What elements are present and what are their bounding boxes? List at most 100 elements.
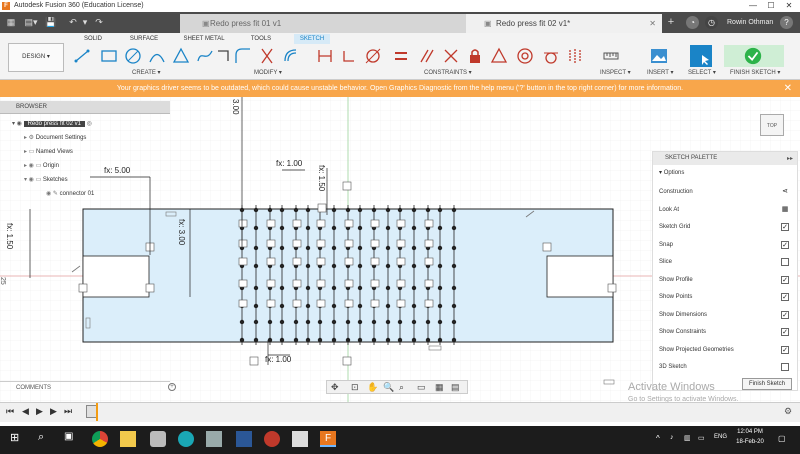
circle-icon[interactable] [124,47,142,65]
tab-doc-2[interactable]: ▣ Redo press fit 02 v1* ✕ [466,14,662,33]
sketch-dimension-icon[interactable] [316,47,334,65]
grid-settings-icon[interactable]: ▦ [435,382,444,393]
palette-checkbox[interactable]: ✓ [781,328,789,336]
display-settings-icon[interactable]: ▭ [417,382,426,393]
dimension-bottom-spacing[interactable]: fx: 1.00 [265,355,291,364]
add-comment-icon[interactable]: + [168,383,176,391]
help-icon[interactable]: ? [780,16,793,29]
palette-row[interactable]: 3D Sketch [659,361,791,373]
palette-checkbox[interactable] [781,258,789,266]
tab-sheet-metal[interactable]: SHEET METAL [182,34,226,44]
palette-row[interactable]: Show Profile ✓ [659,274,791,286]
workspace-switcher[interactable]: DESIGN ▾ [8,43,64,72]
select-icon[interactable] [690,45,712,67]
trim-icon[interactable] [258,47,276,65]
file-menu-icon[interactable]: ▤▾ [22,16,40,29]
last-step-icon[interactable]: ⏭ [64,406,72,417]
start-icon[interactable]: ⊞ [10,431,26,447]
constraints-menu[interactable]: CONSTRAINTS ▾ [424,69,472,78]
zoom-icon[interactable]: 🔍 [383,382,394,393]
app-red-icon[interactable] [264,431,280,447]
job-status-icon[interactable]: ◔ [686,16,699,29]
browser-root[interactable]: ▾ ◉ Redo press fit 02 v1 ◎ [12,119,92,130]
look-at-icon[interactable]: ⊡ [351,382,359,393]
language-indicator[interactable]: ENG [714,434,727,440]
polygon-icon[interactable] [172,47,190,65]
insert-image-icon[interactable] [650,47,668,65]
palette-checkbox[interactable]: ✓ [781,275,789,284]
undo-dropdown-icon[interactable]: ▾ [80,16,90,29]
maximize-icon[interactable]: ☐ [762,0,780,12]
browser-item-document-settings[interactable]: ▸ ⚙ Document Settings [24,133,86,144]
pan-icon[interactable]: ✋ [367,382,378,393]
construction-icon[interactable]: ⋖ [781,188,789,196]
palette-row[interactable]: Slice [659,256,791,268]
task-view-icon[interactable]: ▣ [64,431,80,447]
palette-row[interactable]: Show Projected Geometries ✓ [659,344,791,356]
action-center-icon[interactable]: ▢ [778,434,786,443]
dimension-slot-depth[interactable]: fx: 1.50 [317,165,326,191]
viewports-icon[interactable]: ▤ [451,382,460,393]
look-at-icon[interactable]: ▦ [781,205,789,214]
palette-row[interactable]: Look At ▦ [659,204,791,216]
previous-step-icon[interactable]: ◀ [22,406,29,417]
dimension-left-height[interactable]: fx: 1.50 [5,223,14,249]
browser-item-origin[interactable]: ▸ ◉ ▭ Origin [24,161,59,172]
file-explorer-icon[interactable] [120,431,136,447]
finish-sketch-menu[interactable]: FINISH SKETCH ▾ [730,69,780,78]
dimension-slot-height[interactable]: fx: 3.00 [177,219,186,245]
minimize-icon[interactable]: — [744,0,762,12]
palette-row[interactable]: Show Points ✓ [659,291,791,303]
tab-solid[interactable]: SOLID [82,34,104,44]
network-icon[interactable]: ▥ [684,434,691,442]
close-window-icon[interactable]: ✕ [780,0,798,12]
redo-icon[interactable]: ↷ [92,16,106,29]
perpendicular-icon[interactable] [442,47,460,65]
tray-arrow-icon[interactable]: ^ [656,434,660,443]
palette-row[interactable]: Show Dimensions ✓ [659,309,791,321]
palette-row[interactable]: Construction ⋖ [659,186,791,198]
orbit-icon[interactable]: ✥ [331,382,339,393]
timeline-settings-icon[interactable]: ⚙ [784,406,792,417]
palette-row[interactable]: Snap ✓ [659,239,791,251]
concentric-icon[interactable] [516,47,534,65]
palette-row[interactable]: Sketch Grid ✓ [659,221,791,233]
offset-icon[interactable] [282,47,300,65]
volume-icon[interactable]: ♪ [670,434,674,441]
palette-checkbox[interactable]: ✓ [781,345,789,354]
clock-date[interactable]: 18-Feb-20 [732,439,768,445]
palette-checkbox[interactable] [781,363,789,371]
browser-item-connector[interactable]: ◉ ✎ connector 01 [46,189,94,200]
save-icon[interactable]: 💾 [44,16,58,29]
tangent-icon[interactable] [542,47,560,65]
spline-icon[interactable] [196,47,214,65]
tab-surface[interactable]: SURFACE [128,34,160,44]
paint-icon[interactable] [150,431,166,447]
palette-expand-icon[interactable]: ▸▸ [787,155,793,162]
app-u-icon[interactable] [178,431,194,447]
tab-doc-1[interactable]: ▣ Redo press fit 01 v1 [180,14,466,33]
modify-menu[interactable]: MODIFY ▾ [254,69,282,78]
palette-options-section[interactable]: ▾ Options [653,169,684,176]
dimension-top[interactable]: 3.00 [231,99,240,115]
parallel-icon[interactable] [418,47,436,65]
notifications-icon[interactable]: ◷ [705,16,718,29]
palette-finish-sketch-button[interactable]: Finish Sketch [742,378,792,390]
palette-checkbox[interactable]: ✓ [781,240,789,249]
clock-time[interactable]: 12:04 PM [736,429,764,435]
palette-checkbox[interactable]: ✓ [781,293,789,301]
tab-tools[interactable]: TOOLS [248,34,274,44]
viewcube[interactable]: TOP [760,114,784,136]
dimension-axis[interactable]: 25 [0,277,6,285]
midpoint-icon[interactable] [490,47,508,65]
play-icon[interactable]: ▶ [36,406,43,417]
undo-icon[interactable]: ↶ [66,16,80,29]
arc-icon[interactable] [148,47,166,65]
next-step-icon[interactable]: ▶ [50,406,57,417]
data-panel-icon[interactable]: ▦ [4,16,18,29]
equal-icon[interactable] [392,47,410,65]
close-warning-icon[interactable]: ✕ [784,80,792,97]
tab-sketch[interactable]: SKETCH [294,34,330,44]
battery-icon[interactable]: ▭ [698,434,705,442]
palette-row[interactable]: Show Constraints ✓ [659,326,791,338]
